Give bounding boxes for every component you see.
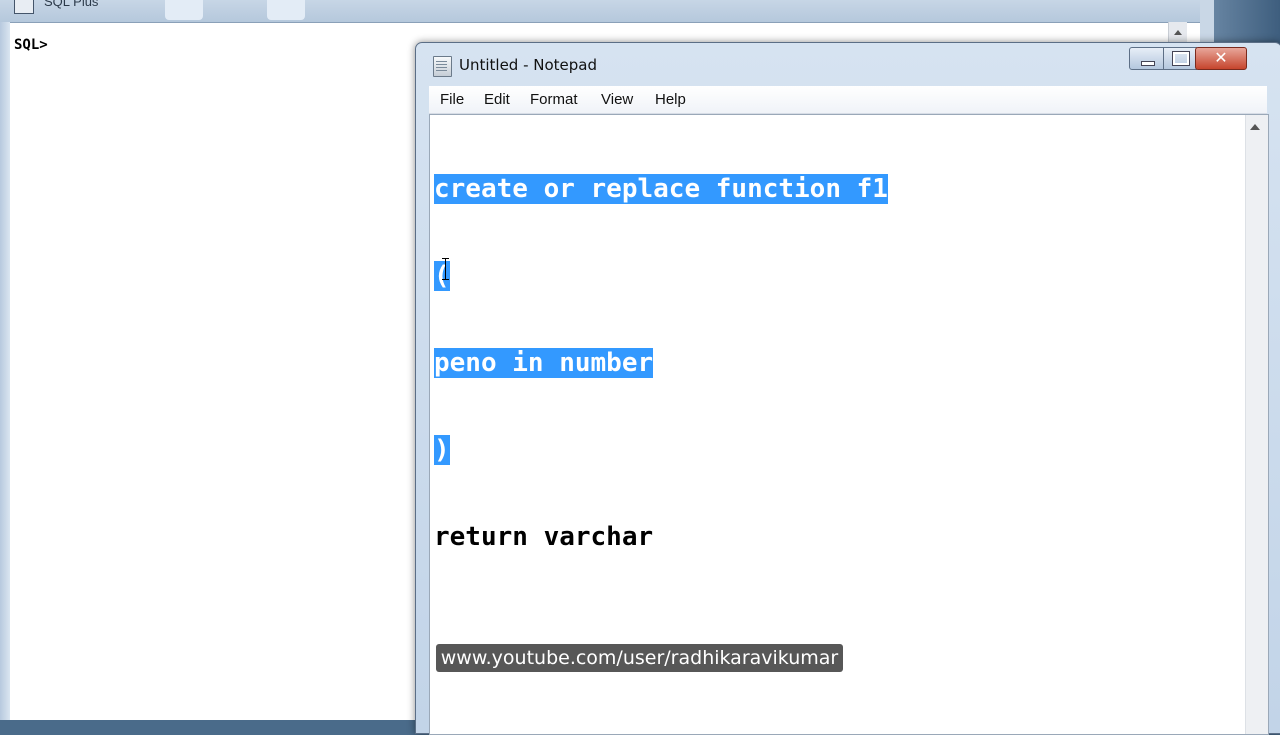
text-line: create or replace function f1 [434,174,888,204]
taskbar-tab [165,0,203,20]
menu-format[interactable]: Format [530,91,578,108]
line-text: ) [434,435,450,465]
text-line: return varchar [434,523,888,552]
minimize-icon [1141,61,1155,66]
maximize-button[interactable] [1163,47,1197,70]
watermark-url: www.youtube.com/user/radhikaravikumar [436,644,843,672]
close-button[interactable]: ✕ [1195,47,1247,70]
sqlplus-icon [14,0,34,14]
minimize-button[interactable] [1129,47,1165,70]
window-title: Untitled - Notepad [459,56,598,74]
line-text: create or replace function f1 [434,174,888,204]
text-line: peno in number [434,348,888,378]
ibeam-cursor-icon [442,258,449,280]
notepad-window[interactable]: Untitled - Notepad ✕ File Edit Format Vi… [415,42,1280,735]
sqlplus-titlebar[interactable]: SQL Plus [0,0,1200,23]
line-text: peno in number [434,348,654,378]
text-line: ) [434,435,888,465]
notepad-titlebar[interactable]: Untitled - Notepad ✕ [416,43,1280,85]
window-border [0,22,10,720]
sqlplus-title: SQL Plus [44,0,99,9]
sql-prompt[interactable]: SQL> [14,37,48,53]
maximize-icon [1172,51,1190,66]
text-line: ( [434,261,888,291]
close-icon: ✕ [1214,48,1228,67]
text-editor[interactable]: create or replace function f1 ( peno in … [429,114,1269,735]
scroll-up-arrow-icon[interactable] [1250,124,1260,130]
line-text: return varchar [434,522,654,552]
line-text: ( [434,261,450,291]
taskbar-tab [267,0,305,20]
menu-view[interactable]: View [601,91,633,108]
vertical-scrollbar[interactable] [1245,115,1268,734]
menu-file[interactable]: File [440,91,464,108]
menu-edit[interactable]: Edit [484,91,510,108]
editor-content[interactable]: create or replace function f1 ( peno in … [434,117,888,610]
scroll-up-arrow-icon[interactable] [1168,22,1187,42]
notepad-icon [433,56,452,77]
menu-bar: File Edit Format View Help [429,86,1267,114]
menu-help[interactable]: Help [655,91,686,108]
